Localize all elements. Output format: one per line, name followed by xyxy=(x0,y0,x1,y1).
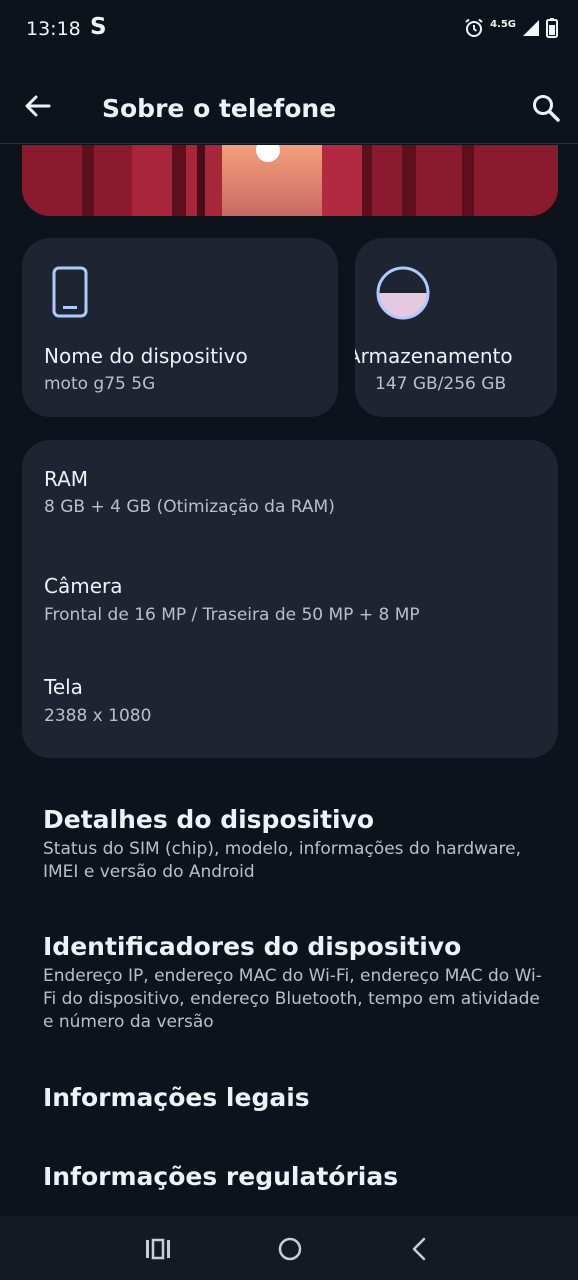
status-bar: 13:18 S 4.5G xyxy=(0,0,578,60)
storage-value: 147 GB/256 GB xyxy=(375,374,507,394)
arrow-left-icon[interactable] xyxy=(22,90,54,122)
search-icon[interactable] xyxy=(530,92,562,124)
spec-ram-label: RAM xyxy=(44,467,89,491)
signal-icon xyxy=(523,20,539,36)
storage-label: Armazenamento xyxy=(355,344,513,368)
page-title: Sobre o telefone xyxy=(102,94,337,123)
navigation-bar xyxy=(0,1216,578,1280)
list-item-regulatory-info[interactable]: Informações regulatórias xyxy=(43,1161,543,1193)
status-icons: 4.5G xyxy=(464,18,558,38)
spec-screen-value: 2388 x 1080 xyxy=(44,706,152,726)
battery-icon xyxy=(546,18,558,38)
status-time: 13:18 xyxy=(26,18,81,40)
device-name-card[interactable]: Nome do dispositivo moto g75 5G xyxy=(22,238,338,417)
network-type: 4.5G xyxy=(490,18,516,30)
list-item-legal-info[interactable]: Informações legais xyxy=(43,1082,543,1114)
home-icon[interactable] xyxy=(275,1234,305,1264)
back-icon[interactable] xyxy=(405,1234,435,1264)
list-item-subtitle: Status do SIM (chip), modelo, informaçõe… xyxy=(43,839,521,882)
storage-card[interactable]: Armazenamento 147 GB/256 GB xyxy=(355,238,557,417)
list-item-subtitle: Endereço IP, endereço MAC do Wi-Fi, ende… xyxy=(43,966,542,1032)
spec-camera-value: Frontal de 16 MP / Traseira de 50 MP + 8… xyxy=(44,605,420,625)
header-wallpaper-image xyxy=(22,145,558,216)
specs-card: RAM 8 GB + 4 GB (Otimização da RAM) Câme… xyxy=(22,440,558,758)
storage-pie-icon xyxy=(376,266,430,320)
wallpaper-illustration xyxy=(22,145,558,216)
spec-ram-value: 8 GB + 4 GB (Otimização da RAM) xyxy=(44,497,335,517)
list-item-device-identifiers[interactable]: Identificadores do dispositivo Endereço … xyxy=(43,931,543,1034)
spec-camera-label: Câmera xyxy=(44,574,123,598)
recents-icon[interactable] xyxy=(143,1234,173,1264)
spec-screen-label: Tela xyxy=(44,675,83,699)
alarm-icon xyxy=(465,18,483,37)
app-bar: Sobre o telefone xyxy=(0,60,578,144)
list-item-device-details[interactable]: Detalhes do dispositivo Status do SIM (c… xyxy=(43,804,543,884)
list-item-title: Informações regulatórias xyxy=(43,1162,399,1191)
device-name-label: Nome do dispositivo xyxy=(44,344,248,368)
list-item-title: Identificadores do dispositivo xyxy=(43,932,462,961)
phone-icon xyxy=(52,266,88,318)
device-name-value: moto g75 5G xyxy=(44,374,156,394)
list-item-title: Detalhes do dispositivo xyxy=(43,805,375,834)
carrier-s-icon: S xyxy=(90,14,107,40)
list-item-title: Informações legais xyxy=(43,1083,310,1112)
